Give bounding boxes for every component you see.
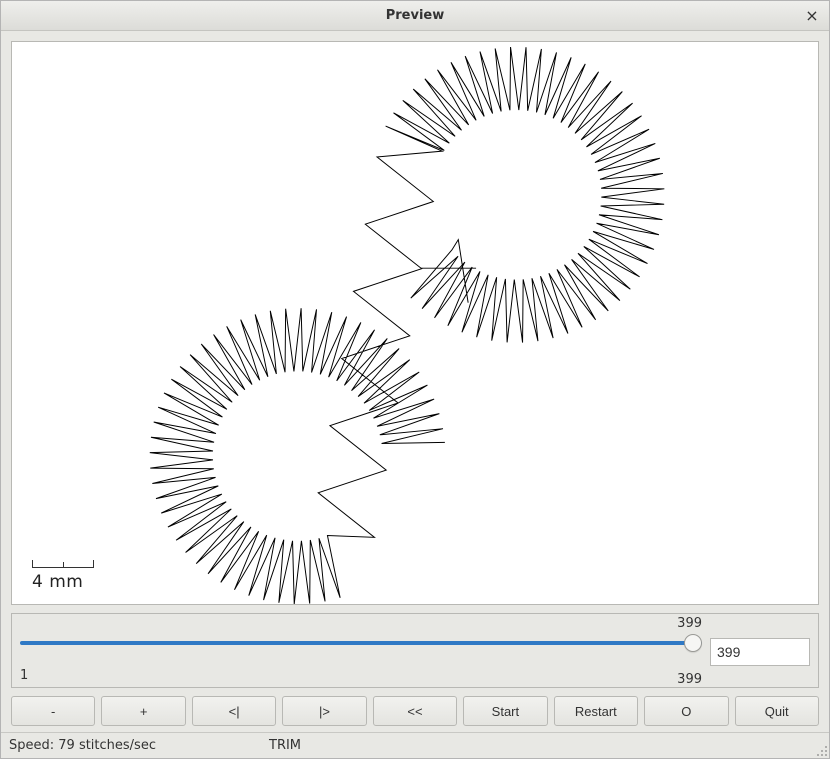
slider-panel: 399 399 1 — [11, 613, 819, 688]
controls-row: - + <| |> << Start Restart O Quit — [11, 696, 819, 732]
step-forward-button[interactable]: |> — [282, 696, 366, 726]
status-speed: Speed: 79 stitches/sec — [9, 738, 269, 753]
scale-legend: 4 mm — [32, 560, 94, 592]
quit-button[interactable]: Quit — [735, 696, 819, 726]
options-button[interactable]: O — [644, 696, 728, 726]
status-command: TRIM — [269, 738, 529, 753]
scale-label: 4 mm — [32, 572, 94, 592]
scale-ruler-icon — [32, 560, 94, 568]
rewind-button[interactable]: << — [373, 696, 457, 726]
start-button[interactable]: Start — [463, 696, 547, 726]
slider-bottom-max-label: 399 — [677, 672, 702, 687]
speed-up-button[interactable]: + — [101, 696, 185, 726]
restart-button[interactable]: Restart — [554, 696, 638, 726]
statusbar: Speed: 79 stitches/sec TRIM — [1, 732, 829, 758]
slider-top-max-label: 399 — [677, 616, 702, 631]
content-area: 4 mm 399 399 1 - + <| |> << Start Restar… — [1, 31, 829, 732]
close-icon[interactable]: × — [801, 5, 823, 27]
preview-canvas: 4 mm — [11, 41, 819, 605]
preview-window: Preview × 4 mm 399 399 1 - + — [0, 0, 830, 759]
slider-min-label: 1 — [20, 668, 702, 683]
progress-slider[interactable] — [20, 634, 702, 652]
step-back-button[interactable]: <| — [192, 696, 276, 726]
titlebar: Preview × — [1, 1, 829, 31]
progress-value-input[interactable] — [710, 638, 810, 666]
stitch-drawing — [12, 42, 818, 604]
resize-grip-icon[interactable] — [811, 740, 827, 756]
window-title: Preview — [1, 8, 829, 23]
speed-down-button[interactable]: - — [11, 696, 95, 726]
